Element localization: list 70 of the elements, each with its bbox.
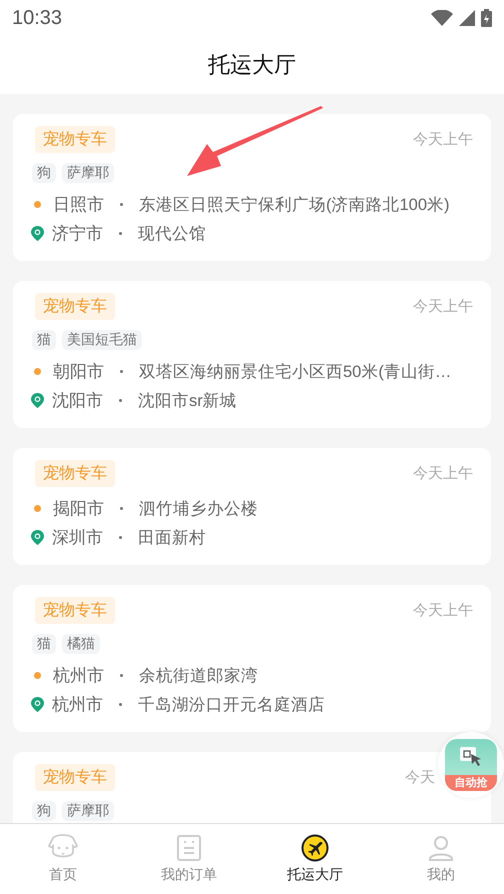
origin-dot-icon	[34, 672, 41, 679]
order-time: 今天上午	[413, 130, 473, 149]
order-card[interactable]: 宠物专车 今天上午 猫 美国短毛猫 朝阳市 双塔区海纳丽景住宅小区西50米(青山街… 沈阳市 沈阳市sr新城	[13, 281, 491, 428]
separator-dot-icon	[120, 203, 123, 206]
origin-city: 揭阳市	[53, 498, 104, 520]
origin-dot-icon	[34, 368, 41, 375]
tab-label: 首页	[49, 866, 77, 884]
pet-tag: 美国短毛猫	[62, 330, 142, 350]
destination-city: 深圳市	[52, 527, 103, 549]
signal-icon	[459, 10, 475, 26]
destination-city: 杭州市	[52, 694, 103, 716]
service-badge: 宠物专车	[35, 460, 115, 487]
pet-tag: 猫	[32, 634, 56, 654]
origin-address: 双塔区海纳丽景住宅小区西50米(青山街…	[139, 362, 452, 382]
order-card[interactable]: 宠物专车 今天上午 猫 橘猫 杭州市 余杭街道郎家湾 杭州市 千岛湖汾口开元名庭酒店	[13, 585, 491, 732]
separator-dot-icon	[119, 232, 122, 235]
pet-tag: 萨摩耶	[62, 801, 114, 821]
destination-address: 田面新村	[138, 528, 206, 548]
location-pin-icon	[31, 697, 44, 712]
pet-tag: 猫	[32, 330, 56, 350]
service-badge: 宠物专车	[35, 597, 115, 624]
order-time: 今天上午	[413, 297, 473, 316]
airplane-icon	[301, 834, 329, 862]
origin-city: 日照市	[53, 194, 104, 216]
separator-dot-icon	[120, 507, 123, 510]
separator-dot-icon	[120, 370, 123, 373]
status-time: 10:33	[12, 6, 62, 30]
location-pin-icon	[31, 226, 44, 241]
order-time: 今天上午	[413, 464, 473, 483]
tab-item[interactable]: 我的	[378, 824, 504, 894]
order-time: 今天	[405, 768, 435, 787]
tab-item[interactable]: 首页	[0, 824, 126, 894]
pet-tag: 橘猫	[62, 634, 100, 654]
origin-city: 朝阳市	[53, 361, 104, 383]
page-title: 托运大厅	[208, 51, 296, 79]
service-badge: 宠物专车	[35, 293, 115, 320]
origin-dot-icon	[34, 505, 41, 512]
origin-city: 杭州市	[53, 665, 104, 687]
separator-dot-icon	[120, 674, 123, 677]
order-time: 今天上午	[413, 601, 473, 620]
pet-tag: 狗	[32, 163, 56, 183]
origin-dot-icon	[34, 201, 41, 208]
separator-dot-icon	[119, 703, 122, 706]
tab-label: 我的订单	[161, 866, 217, 884]
battery-icon	[481, 9, 492, 27]
destination-address: 沈阳市sr新城	[138, 390, 237, 412]
origin-address: 泗竹埔乡办公楼	[139, 498, 258, 520]
person-icon	[428, 834, 454, 862]
service-badge: 宠物专车	[35, 764, 115, 791]
pet-tag: 萨摩耶	[62, 163, 114, 183]
separator-dot-icon	[119, 536, 122, 539]
pet-tag: 狗	[32, 801, 56, 821]
origin-address: 东港区日照天宁保利广场(济南路北100米)	[139, 194, 450, 216]
order-card[interactable]: 宠物专车 今天上午 揭阳市 泗竹埔乡办公楼 深圳市 田面新村	[13, 448, 491, 565]
destination-address: 千岛湖汾口开元名庭酒店	[138, 694, 325, 716]
tab-item[interactable]: 托运大厅	[252, 824, 378, 894]
tab-label: 我的	[427, 866, 455, 884]
destination-city: 济宁市	[52, 223, 103, 245]
tab-label: 托运大厅	[287, 866, 343, 884]
origin-address: 余杭街道郎家湾	[139, 666, 258, 686]
wifi-icon	[431, 10, 453, 26]
destination-address: 现代公馆	[138, 224, 206, 244]
order-card[interactable]: 宠物专车 今天上午 狗 萨摩耶 日照市 东港区日照天宁保利广场(济南路北100米) 济宁市 现代公馆	[13, 114, 491, 261]
separator-dot-icon	[119, 399, 122, 402]
service-badge: 宠物专车	[35, 126, 115, 153]
tab-item[interactable]: 我的订单	[126, 824, 252, 894]
location-pin-icon	[31, 393, 44, 408]
location-pin-icon	[31, 530, 44, 545]
document-icon	[176, 834, 202, 862]
destination-city: 沈阳市	[52, 390, 103, 412]
